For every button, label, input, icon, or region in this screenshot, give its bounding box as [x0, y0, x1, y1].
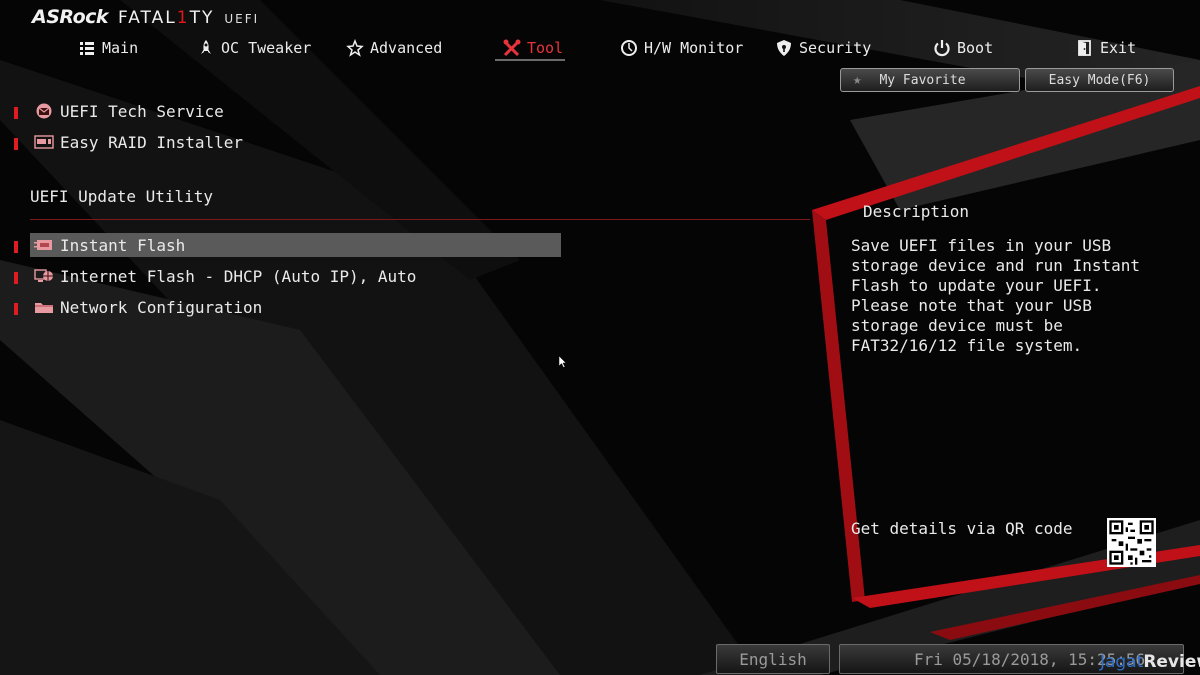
- tab-exit-label: Exit: [1100, 39, 1137, 57]
- tab-tool-label: Tool: [527, 39, 564, 57]
- fatality-logo-part: FATAL: [118, 8, 177, 28]
- shield-icon: [777, 40, 791, 56]
- section-title: UEFI Update Utility: [30, 187, 214, 206]
- network-configuration-item[interactable]: Network Configuration: [34, 295, 262, 319]
- raid-icon: [34, 135, 54, 149]
- asrock-logo-text: ASRock: [32, 6, 109, 28]
- item-marker: [14, 272, 18, 284]
- description-title: Description: [863, 202, 969, 221]
- fatality-logo-accent: 1: [176, 8, 190, 28]
- internet-flash-item[interactable]: Internet Flash - DHCP (Auto IP), Auto: [34, 264, 416, 288]
- internet-flash-label: Internet Flash - DHCP (Auto IP), Auto: [60, 266, 417, 286]
- easy-raid-installer-item[interactable]: Easy RAID Installer: [34, 130, 243, 154]
- tab-main[interactable]: Main: [78, 37, 138, 59]
- tab-tool[interactable]: Tool: [503, 37, 563, 59]
- description-body: Save UEFI files in your USB storage devi…: [851, 236, 1140, 355]
- network-configuration-label: Network Configuration: [60, 297, 263, 317]
- tab-oc-tweaker-label: OC Tweaker: [221, 39, 312, 57]
- uefi-tech-service-label: UEFI Tech Service: [60, 101, 224, 121]
- tab-main-label: Main: [102, 39, 139, 57]
- bios-chip-icon: [34, 240, 52, 250]
- watermark-part1: Jagat: [1100, 652, 1144, 672]
- section-divider: [30, 219, 810, 220]
- tab-oc-tweaker[interactable]: OC Tweaker: [197, 37, 311, 59]
- fatality-logo-text: FATAL1TY: [118, 8, 214, 28]
- item-marker: [14, 241, 18, 253]
- asrock-fatality-logo: ASRock FATAL1TY UEFI: [32, 6, 259, 28]
- tab-advanced-label: Advanced: [370, 39, 443, 57]
- tools-icon: [503, 39, 521, 57]
- tab-security[interactable]: Security: [775, 37, 871, 59]
- tab-boot-label: Boot: [957, 39, 994, 57]
- fatality-logo-part-end: TY: [189, 8, 215, 28]
- mail-icon: [36, 103, 52, 119]
- qr-code-image[interactable]: [1107, 518, 1156, 567]
- my-favorite-label: My Favorite: [879, 72, 966, 88]
- watermark-part2: Review: [1143, 652, 1200, 672]
- tab-exit[interactable]: Exit: [1076, 37, 1136, 59]
- tab-security-label: Security: [799, 39, 872, 57]
- language-label: English: [739, 649, 807, 669]
- tab-hw-monitor-label: H/W Monitor: [644, 39, 744, 57]
- uefi-tech-service-item[interactable]: UEFI Tech Service: [34, 99, 224, 123]
- tab-advanced[interactable]: Advanced: [346, 37, 442, 59]
- jagatreview-watermark: JagatReview: [1100, 652, 1200, 672]
- qr-code-label: Get details via QR code: [851, 519, 1073, 538]
- folder-icon: [35, 303, 53, 313]
- easy-mode-button[interactable]: Easy Mode(F6): [1025, 68, 1174, 92]
- easy-mode-label: Easy Mode(F6): [1048, 72, 1151, 88]
- star-icon: [346, 39, 364, 57]
- power-icon: [934, 40, 950, 57]
- list-icon: [80, 42, 94, 55]
- item-marker: [14, 138, 18, 150]
- my-favorite-button[interactable]: ★ My Favorite: [840, 68, 1020, 92]
- mouse-cursor-icon: [559, 356, 567, 368]
- item-marker: [14, 107, 18, 119]
- active-tab-underline: [495, 59, 565, 61]
- uefi-logo-text: UEFI: [224, 12, 260, 26]
- monitor-icon: [621, 40, 637, 56]
- globe-monitor-icon: [34, 269, 53, 282]
- rocket-icon: [201, 40, 211, 54]
- instant-flash-item[interactable]: Instant Flash: [30, 233, 561, 257]
- item-marker: [14, 303, 18, 315]
- tab-hw-monitor[interactable]: H/W Monitor: [620, 37, 743, 59]
- instant-flash-label: Instant Flash: [60, 235, 186, 255]
- easy-raid-installer-label: Easy RAID Installer: [60, 132, 244, 152]
- favorite-star-icon: ★: [853, 72, 862, 88]
- exit-door-icon: [1078, 40, 1091, 56]
- language-selector[interactable]: English: [716, 644, 830, 674]
- tab-boot[interactable]: Boot: [933, 37, 993, 59]
